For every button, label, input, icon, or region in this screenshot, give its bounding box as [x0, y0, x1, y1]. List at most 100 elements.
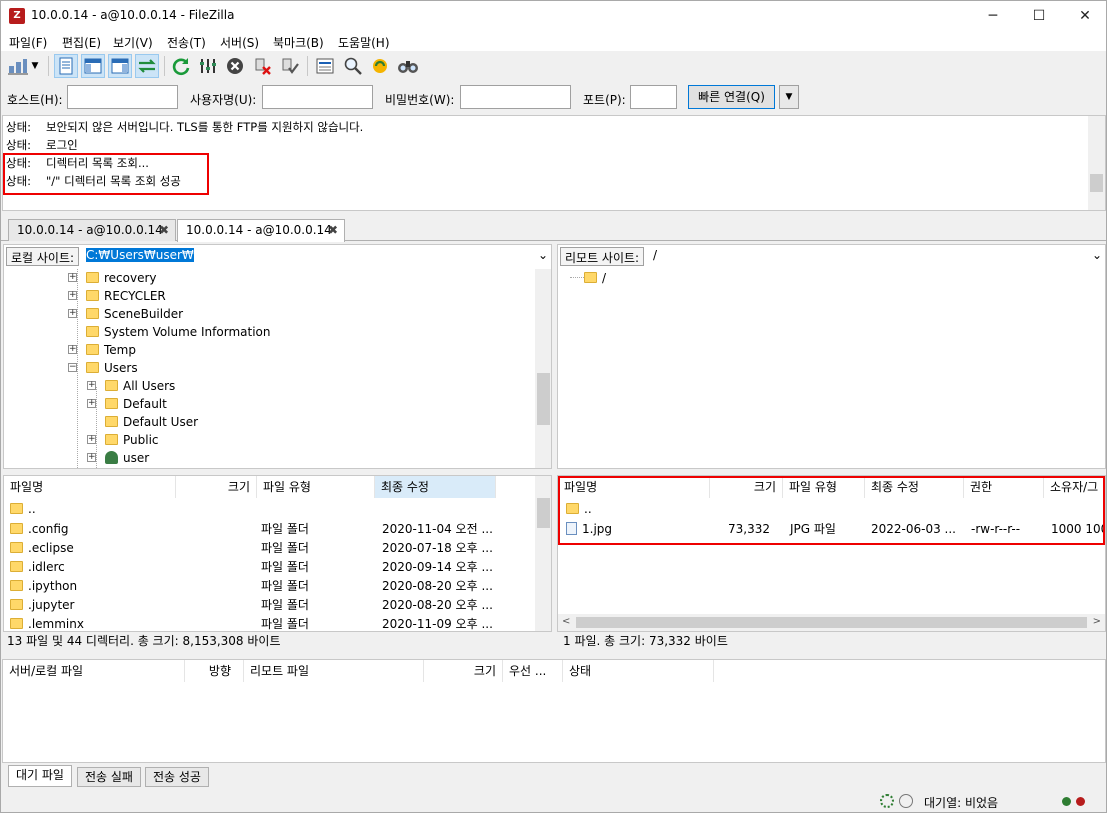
message-log: 상태: 보안되지 않은 서버입니다. TLS를 통한 FTP를 지원하지 않습니다…	[2, 115, 1106, 211]
column-modified[interactable]: 최종 수정	[865, 476, 964, 498]
list-item[interactable]: ..	[566, 500, 592, 519]
menu-file[interactable]: 파일(F)	[9, 34, 47, 51]
username-input[interactable]	[262, 85, 373, 109]
local-list-scroll-thumb[interactable]	[537, 498, 550, 528]
quickconnect-dropdown-icon[interactable]: ▼	[779, 85, 799, 109]
port-input[interactable]	[630, 85, 677, 109]
cancel-icon[interactable]	[223, 54, 247, 78]
tree-item[interactable]: − Users	[68, 359, 138, 377]
directory-filter-icon[interactable]	[313, 54, 337, 78]
expander-icon[interactable]: +	[87, 453, 96, 462]
disconnect-icon[interactable]	[251, 54, 275, 78]
column-size[interactable]: 크기	[710, 476, 783, 498]
tree-item[interactable]: + RECYCLER	[68, 287, 166, 305]
tree-item[interactable]: + SceneBuilder	[68, 305, 183, 323]
column-permissions[interactable]: 권한	[964, 476, 1044, 498]
column-type[interactable]: 파일 유형	[783, 476, 865, 498]
local-tree-icon[interactable]	[81, 54, 105, 78]
collapse-icon[interactable]: −	[68, 363, 77, 372]
column-modified[interactable]: 최종 수정	[375, 476, 496, 498]
maximize-button[interactable]: ☐	[1016, 1, 1062, 31]
list-item[interactable]: .lemminx 파일 폴더 2020-11-09 오후 ...	[10, 615, 496, 631]
local-path-dropdown-icon[interactable]: ⌄	[538, 247, 548, 264]
tab-failed-transfers[interactable]: 전송 실패	[77, 767, 141, 787]
log-scrollbar[interactable]	[1088, 116, 1105, 210]
local-tree-scrollbar[interactable]	[535, 269, 551, 468]
list-item[interactable]: .idlerc 파일 폴더 2020-09-14 오후 ...	[10, 558, 496, 577]
host-input[interactable]	[67, 85, 178, 109]
scroll-left-icon[interactable]: <	[562, 616, 570, 627]
expander-icon[interactable]: +	[87, 435, 96, 444]
expander-icon[interactable]: +	[68, 345, 77, 354]
sort-arrow-icon: ^	[86, 475, 94, 482]
list-item[interactable]: .jupyter 파일 폴더 2020-08-20 오후 ...	[10, 596, 496, 615]
find-files-icon[interactable]	[396, 54, 420, 78]
connection-tab[interactable]: 10.0.0.14 - a@10.0.0.14 ✖	[8, 219, 176, 241]
minimize-button[interactable]: ─	[970, 1, 1016, 31]
message-log-icon[interactable]	[54, 54, 78, 78]
tree-item[interactable]: + user	[87, 449, 149, 467]
password-input[interactable]	[460, 85, 571, 109]
list-item[interactable]: ..	[10, 500, 36, 519]
toolbar: ▼	[1, 51, 1106, 81]
site-manager-icon[interactable]	[6, 54, 30, 78]
tree-item[interactable]: + All Users	[87, 377, 175, 395]
remote-hscroll-thumb[interactable]	[576, 617, 1087, 628]
scroll-right-icon[interactable]: >	[1093, 616, 1101, 627]
menu-view[interactable]: 보기(V)	[113, 34, 153, 51]
tree-item[interactable]: System Volume Information	[68, 323, 270, 341]
transfer-queue-icon[interactable]	[135, 54, 159, 78]
expander-icon[interactable]: +	[87, 381, 96, 390]
reconnect-icon[interactable]	[278, 54, 302, 78]
process-queue-icon[interactable]	[196, 54, 220, 78]
remote-path-dropdown-icon[interactable]: ⌄	[1092, 247, 1102, 264]
column-size[interactable]: 크기	[176, 476, 257, 498]
queue-column-remote[interactable]: 리모트 파일	[244, 660, 424, 682]
expander-icon[interactable]: +	[68, 273, 77, 282]
queue-column-direction[interactable]: 방향	[185, 660, 244, 682]
expander-icon[interactable]: +	[68, 291, 77, 300]
remote-list-hscrollbar[interactable]: < >	[558, 614, 1105, 631]
menu-edit[interactable]: 편집(E)	[62, 34, 101, 51]
sync-browse-icon[interactable]	[368, 54, 392, 78]
expander-icon[interactable]: +	[68, 309, 77, 318]
tab-close-icon[interactable]: ✖	[159, 220, 169, 240]
menu-bookmark[interactable]: 북마크(B)	[273, 34, 324, 51]
tab-close-icon[interactable]: ✖	[328, 220, 338, 240]
queue-column-file[interactable]: 서버/로컬 파일	[3, 660, 185, 682]
remote-path-input[interactable]: / ⌄	[650, 247, 1105, 266]
refresh-icon[interactable]	[169, 54, 193, 78]
column-type[interactable]: 파일 유형	[257, 476, 375, 498]
tree-item[interactable]: + Temp	[68, 341, 136, 359]
queue-column-priority[interactable]: 우선 ...	[503, 660, 563, 682]
quickconnect-button[interactable]: 빠른 연결(Q)	[688, 85, 775, 109]
local-list-scrollbar[interactable]	[535, 476, 551, 631]
local-path-input[interactable]: C:₩Users₩user₩ ⌄	[83, 247, 551, 266]
list-item[interactable]: .config 파일 폴더 2020-11-04 오전 ...	[10, 520, 496, 539]
tab-queued-files[interactable]: 대기 파일	[8, 765, 72, 787]
remote-tree-item[interactable]: /	[570, 269, 606, 287]
remote-tree-icon[interactable]	[108, 54, 132, 78]
menu-help[interactable]: 도움말(H)	[338, 34, 390, 51]
expander-icon[interactable]: +	[87, 399, 96, 408]
site-manager-dropdown-icon[interactable]: ▼	[28, 54, 42, 78]
local-tree-scroll-thumb[interactable]	[537, 373, 550, 425]
log-scroll-thumb[interactable]	[1090, 174, 1103, 192]
list-item[interactable]: .eclipse 파일 폴더 2020-07-18 오후 ...	[10, 539, 496, 558]
queue-column-status[interactable]: 상태	[563, 660, 714, 682]
tree-item[interactable]: + Default	[87, 395, 167, 413]
menu-transfer[interactable]: 전송(T)	[167, 34, 206, 51]
search-remote-icon[interactable]	[341, 54, 365, 78]
queue-column-size[interactable]: 크기	[424, 660, 503, 682]
speed-limit-icon[interactable]	[899, 794, 913, 808]
tree-item[interactable]: + recovery	[68, 269, 157, 287]
tree-item[interactable]: Default User	[87, 413, 198, 431]
list-item[interactable]: 1.jpg 73,332 JPG 파일 2022-06-03 ... -rw-r--r-…	[566, 520, 1105, 539]
tree-item[interactable]: + Public	[87, 431, 159, 449]
tab-successful-transfers[interactable]: 전송 성공	[145, 767, 209, 787]
close-button[interactable]: ✕	[1062, 1, 1106, 31]
menu-server[interactable]: 서버(S)	[220, 34, 259, 51]
list-item[interactable]: .ipython 파일 폴더 2020-08-20 오후 ...	[10, 577, 496, 596]
column-owner[interactable]: 소유자/그	[1044, 476, 1105, 498]
connection-tab-active[interactable]: 10.0.0.14 - a@10.0.0.14 ✖	[177, 219, 345, 242]
